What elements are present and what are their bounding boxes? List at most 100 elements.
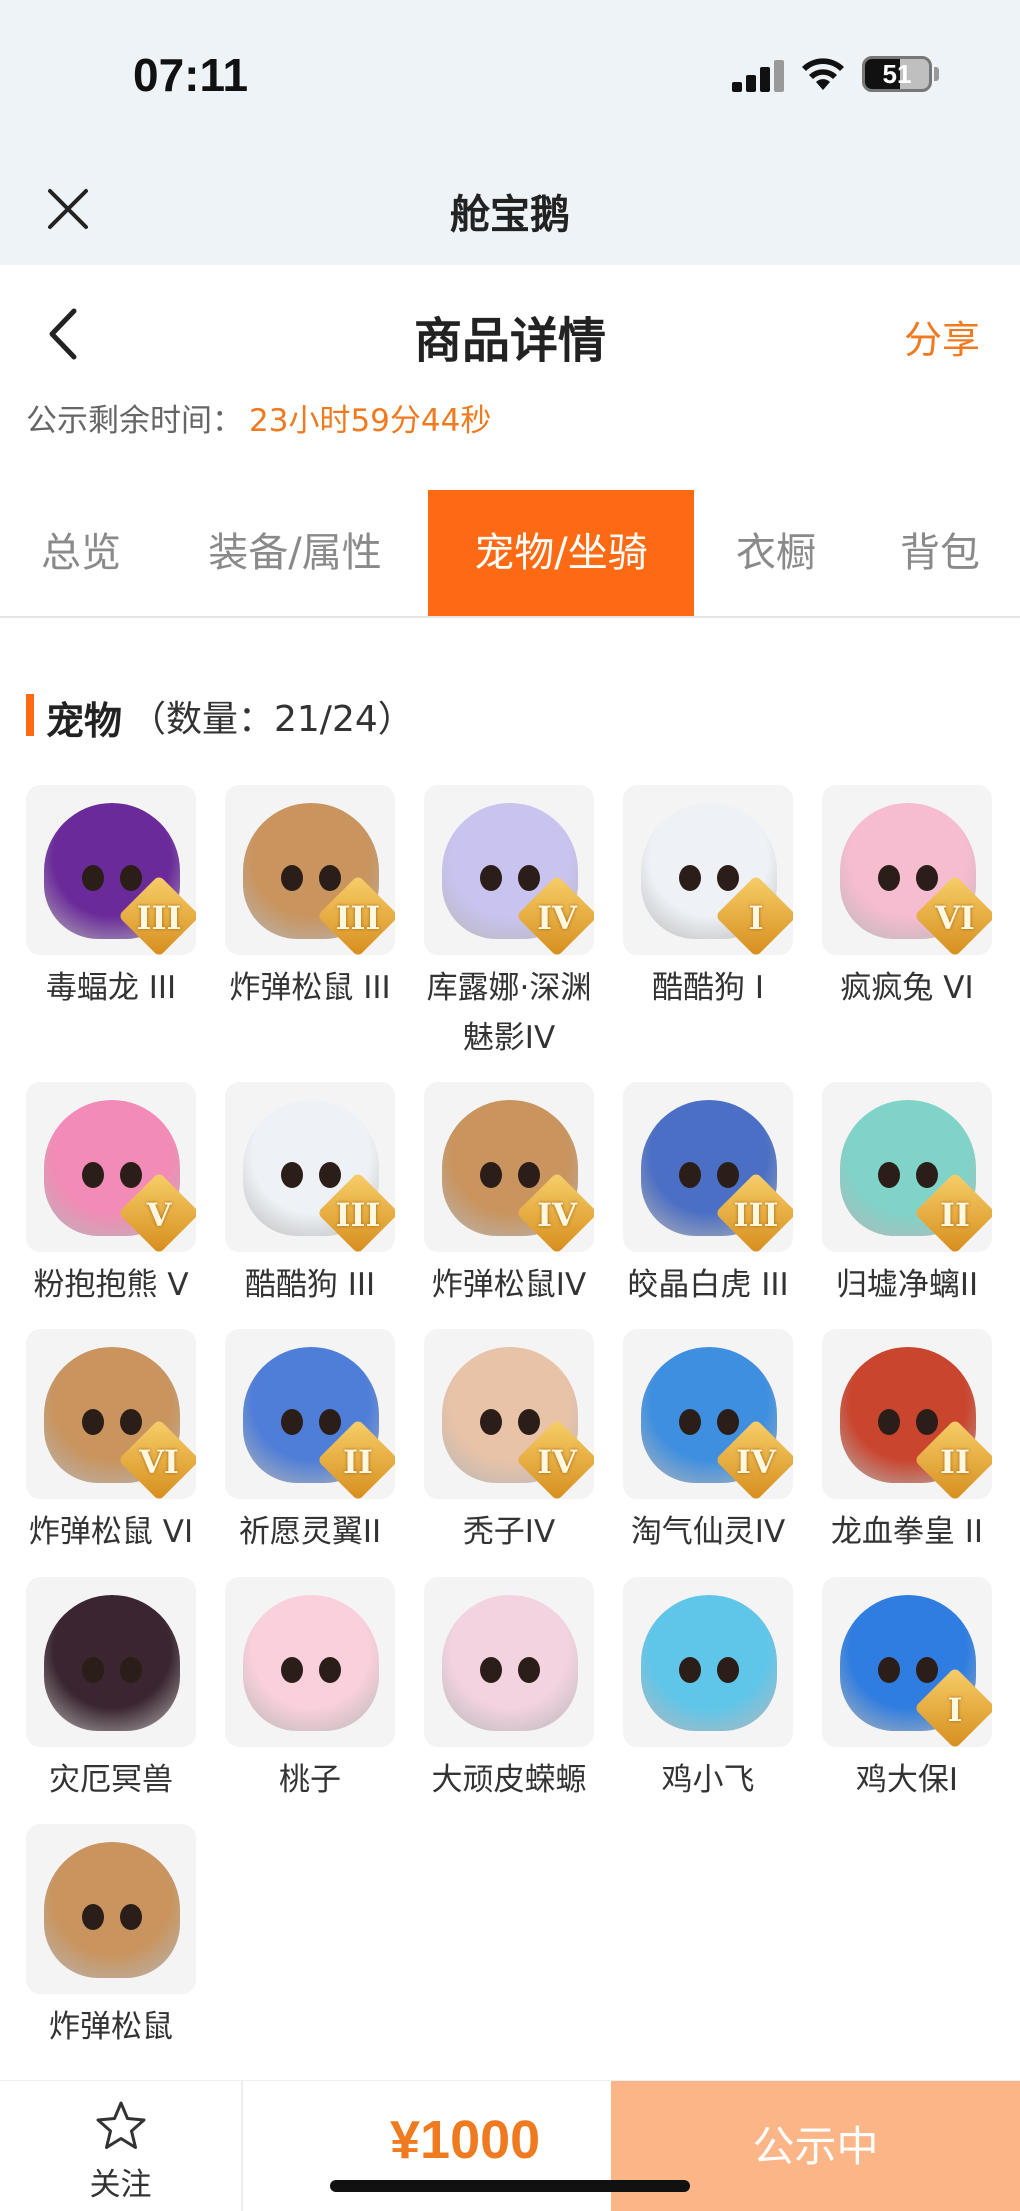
pet-thumbnail: II bbox=[822, 1329, 992, 1499]
pet-eye bbox=[916, 865, 938, 891]
squirrel-icon bbox=[44, 1842, 180, 1978]
pet-eye bbox=[679, 1657, 701, 1683]
pet-eye bbox=[281, 1657, 303, 1683]
pet-eye bbox=[319, 865, 341, 891]
page-title: 商品详情 bbox=[413, 313, 606, 369]
pet-eye bbox=[120, 1409, 142, 1435]
pet-thumbnail: III bbox=[225, 785, 395, 955]
pet-eye bbox=[916, 1657, 938, 1683]
pet-eye bbox=[120, 865, 142, 891]
pet-name: 淘气仙灵IV bbox=[630, 1514, 786, 1550]
pet-eye bbox=[480, 1409, 502, 1435]
pet-eye bbox=[120, 1904, 142, 1930]
pet-thumbnail: VI bbox=[26, 1329, 196, 1499]
pet-name: 炸弹松鼠 VI bbox=[28, 1514, 194, 1550]
tier-label: IV bbox=[537, 1196, 577, 1234]
pet-eye bbox=[319, 1657, 341, 1683]
pet-eye bbox=[82, 1904, 104, 1930]
section-title: 宠物 bbox=[46, 699, 123, 743]
pet-eye bbox=[319, 1409, 341, 1435]
pet-name: 鸡小飞 bbox=[661, 1762, 755, 1798]
pet-name: 炸弹松鼠 III bbox=[229, 970, 391, 1006]
pet-eye bbox=[518, 865, 540, 891]
pet-eye bbox=[281, 865, 303, 891]
pet-thumbnail bbox=[26, 1577, 196, 1747]
pet-thumbnail: II bbox=[822, 1082, 992, 1252]
pet-thumbnail: IV bbox=[623, 1329, 793, 1499]
axolotl-icon bbox=[442, 1595, 578, 1731]
pet-name: 粉抱抱熊 V bbox=[33, 1267, 189, 1303]
pet-thumbnail: I bbox=[822, 1577, 992, 1747]
tab-equipment[interactable]: 装备/属性 bbox=[180, 490, 410, 616]
app-header: 舱宝鹅 bbox=[0, 160, 1020, 265]
tier-label: VI bbox=[139, 1443, 179, 1481]
pet-eye bbox=[679, 1409, 701, 1435]
tier-label: V bbox=[146, 1196, 172, 1234]
pet-thumbnail: VI bbox=[822, 785, 992, 955]
follow-button[interactable]: 关注 bbox=[0, 2081, 243, 2211]
pet-name: 毒蝠龙 III bbox=[45, 970, 177, 1006]
home-indicator bbox=[330, 2180, 690, 2192]
tier-label: VI bbox=[935, 899, 975, 937]
section-count: （数量：21/24） bbox=[130, 699, 414, 740]
page-header: 商品详情 分享 bbox=[0, 265, 1020, 395]
pet-name: 秃子IV bbox=[462, 1514, 556, 1550]
tier-label: III bbox=[335, 899, 381, 937]
battery-icon: 51 bbox=[862, 56, 932, 92]
pet-eye bbox=[82, 865, 104, 891]
tier-label: III bbox=[335, 1196, 381, 1234]
pet-eye bbox=[518, 1162, 540, 1188]
tier-label: IV bbox=[736, 1443, 776, 1481]
pet-thumbnail: III bbox=[26, 785, 196, 955]
pet-eye bbox=[717, 1162, 739, 1188]
pet-eye bbox=[82, 1409, 104, 1435]
pet-eye bbox=[120, 1162, 142, 1188]
pet-eye bbox=[319, 1162, 341, 1188]
pet-thumbnail: III bbox=[225, 1082, 395, 1252]
price: ¥1000 bbox=[390, 2110, 541, 2170]
pet-eye bbox=[679, 865, 701, 891]
pet-eye bbox=[281, 1409, 303, 1435]
follow-label: 关注 bbox=[89, 2167, 152, 2203]
pet-name: 炸弹松鼠IV bbox=[431, 1267, 587, 1303]
tier-label: I bbox=[947, 1691, 963, 1729]
pet-name: 龙血拳皇 II bbox=[830, 1514, 984, 1550]
tab-wardrobe[interactable]: 衣橱 bbox=[708, 490, 844, 616]
pet-name: 祈愿灵翼II bbox=[238, 1514, 382, 1550]
cellular-signal-icon bbox=[732, 60, 784, 92]
pet-eye bbox=[717, 865, 739, 891]
status-bar: 07:11 51 舱宝鹅 bbox=[0, 0, 1020, 265]
pet-eye bbox=[679, 1162, 701, 1188]
pet-eye bbox=[480, 1657, 502, 1683]
pet-thumbnail: IV bbox=[424, 785, 594, 955]
pet-name: 鸡大保I bbox=[855, 1762, 959, 1798]
pet-name: 库露娜·深渊魅影IV bbox=[426, 970, 592, 1056]
pet-name: 大顽皮蝾螈 bbox=[431, 1762, 587, 1798]
blue-chick-icon bbox=[641, 1595, 777, 1731]
pet-name: 皎晶白虎 III bbox=[627, 1267, 789, 1303]
tier-label: II bbox=[940, 1196, 970, 1234]
tab-backpack[interactable]: 背包 bbox=[870, 490, 1010, 616]
pet-name: 灾厄冥兽 bbox=[49, 1762, 173, 1798]
tier-label: III bbox=[136, 899, 182, 937]
pet-eye bbox=[878, 1162, 900, 1188]
pet-thumbnail bbox=[225, 1577, 395, 1747]
section-accent-bar bbox=[26, 694, 34, 736]
pet-eye bbox=[82, 1162, 104, 1188]
tier-label: IV bbox=[537, 899, 577, 937]
pet-name: 归墟净螭II bbox=[835, 1267, 979, 1303]
pet-eye bbox=[878, 865, 900, 891]
tier-label: II bbox=[940, 1443, 970, 1481]
dark-beast-icon bbox=[44, 1595, 180, 1731]
star-icon bbox=[96, 2101, 146, 2149]
share-button[interactable]: 分享 bbox=[904, 309, 980, 364]
tab-pets-mounts[interactable]: 宠物/坐骑 bbox=[428, 490, 694, 616]
pet-name: 疯疯兔 VI bbox=[840, 970, 974, 1006]
pet-thumbnail: II bbox=[225, 1329, 395, 1499]
pet-eye bbox=[717, 1409, 739, 1435]
pet-eye bbox=[878, 1409, 900, 1435]
tier-label: IV bbox=[537, 1443, 577, 1481]
pet-eye bbox=[916, 1162, 938, 1188]
tier-label: II bbox=[343, 1443, 373, 1481]
tab-overview[interactable]: 总览 bbox=[0, 490, 162, 616]
